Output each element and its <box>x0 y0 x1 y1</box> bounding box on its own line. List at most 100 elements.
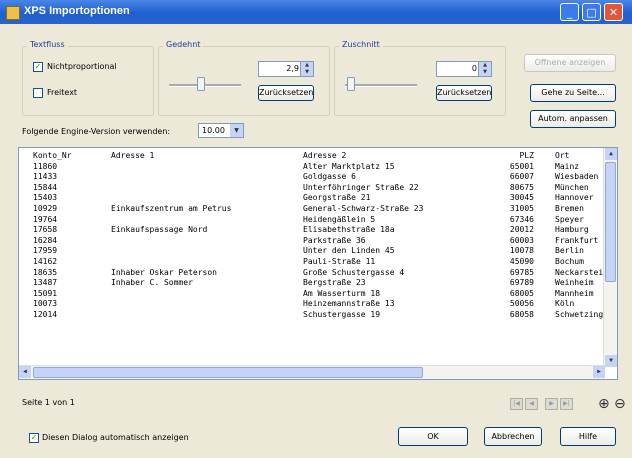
vertical-scrollbar[interactable]: ▲ ▼ <box>603 148 617 367</box>
spin-up-icon[interactable]: ▲ <box>300 62 313 69</box>
page-status: Seite 1 von 1 <box>22 398 75 407</box>
scroll-down-icon[interactable]: ▼ <box>605 355 617 367</box>
chevron-down-icon[interactable]: ▼ <box>230 124 243 137</box>
engine-version-select[interactable]: 10.00 ▼ <box>198 123 244 138</box>
table-row[interactable]: 14162 Pauli-Straße 11 45090 Bochum <box>19 257 617 267</box>
show-abnormal-button[interactable]: Offnene anzeigen <box>524 54 616 72</box>
table-cell: 31005 <box>509 204 534 213</box>
table-row[interactable]: 11860 Alter Marktplatz 15 65001 Mainz <box>19 161 617 172</box>
data-preview-table[interactable]: Konto_Nr Adresse 1 Adresse 2 PLZ Ort 11860 Alt… <box>18 147 618 380</box>
table-row[interactable]: 10073 Heinzemannstraße 13 50056 Köln <box>19 299 617 309</box>
table-cell: 11433 <box>33 172 58 182</box>
freitext-checkbox[interactable] <box>33 88 43 98</box>
auto-show-checkbox[interactable]: ✓ <box>29 433 39 443</box>
maximize-button[interactable]: □ <box>582 3 601 21</box>
scroll-right-icon[interactable]: ▶ <box>593 366 605 378</box>
table-cell: Einkaufszentrum am Petrus <box>111 204 232 213</box>
horizontal-scrollbar[interactable]: ◀ ▶ <box>19 365 605 379</box>
textfluss-group-label: Textfluss <box>27 40 68 49</box>
gedehnt-slider-thumb[interactable] <box>197 77 205 91</box>
table-cell: 10073 <box>33 299 58 309</box>
cancel-button[interactable]: Abbrechen <box>484 427 542 446</box>
table-cell: 15091 <box>33 288 58 298</box>
title-bar[interactable]: XPS Importoptionen _ □ ✕ <box>0 0 632 24</box>
gedehnt-reset-button[interactable]: Zurücksetzen <box>258 85 314 101</box>
table-cell: Bergstraße 23 <box>303 278 366 288</box>
first-page-icon[interactable]: |◀ <box>510 398 523 410</box>
table-row[interactable]: 12014 Schustergasse 19 68058 Schwetzingen <box>19 310 617 320</box>
table-cell: 10078 <box>509 246 534 256</box>
zuschnitt-group: Zuschnitt 0 ▲ ▼ Zurücksetzen <box>334 40 506 116</box>
zuschnitt-slider-track[interactable] <box>345 84 417 87</box>
table-cell: Schustergasse 19 <box>303 310 381 319</box>
table-cell: General-Schwarz-Straße 23 <box>303 204 424 213</box>
table-cell: 19764 <box>33 214 58 224</box>
table-cell: 30045 <box>509 193 534 203</box>
table-cell: Große Schustergasse 4 <box>303 267 405 277</box>
zoom-out-icon[interactable]: ⊖ <box>614 396 626 412</box>
table-row[interactable]: 15091 Am Wasserturm 18 68005 Mannheim <box>19 288 617 299</box>
zuschnitt-group-label: Zuschnitt <box>339 40 383 49</box>
zoom-in-icon[interactable]: ⊕ <box>598 396 610 412</box>
spin-up-icon[interactable]: ▲ <box>478 62 491 69</box>
table-row[interactable]: 19764 Heidengäßlein 5 67346 Speyer <box>19 214 617 225</box>
table-cell: 66007 <box>509 172 534 182</box>
gedehnt-spinner[interactable]: 2,9 ▲ ▼ <box>258 61 314 77</box>
zuschnitt-slider-thumb[interactable] <box>347 77 355 91</box>
table-row[interactable]: 18635 Inhaber Oskar Peterson Große Schuste… <box>19 267 617 278</box>
table-cell: 15403 <box>33 193 58 203</box>
table-cell: 17959 <box>33 246 58 256</box>
engine-version-label: Folgende Engine-Version verwenden: <box>22 127 171 136</box>
table-cell: Am Wasserturm 18 <box>303 288 381 298</box>
close-button[interactable]: ✕ <box>604 3 623 21</box>
prev-page-icon[interactable]: ◀ <box>525 398 538 410</box>
ok-button[interactable]: OK <box>398 427 468 446</box>
table-row[interactable]: 17959 Unter den Linden 45 10078 Berlin <box>19 246 617 256</box>
spin-down-icon[interactable]: ▼ <box>478 69 491 76</box>
table-cell: 65001 <box>509 161 534 171</box>
spin-down-icon[interactable]: ▼ <box>300 69 313 76</box>
xps-import-dialog: XPS Importoptionen _ □ ✕ Textfluss ✓ Nic… <box>0 0 632 458</box>
table-cell: 17658 <box>33 225 58 235</box>
zuschnitt-spinner[interactable]: 0 ▲ ▼ <box>436 61 492 77</box>
table-row[interactable]: 10929 Einkaufszentrum am Petrus General-Sc… <box>19 204 617 214</box>
nichtproportional-checkbox[interactable]: ✓ <box>33 62 43 72</box>
zuschnitt-reset-button[interactable]: Zurücksetzen <box>436 85 492 101</box>
table-row[interactable]: 17658 Einkaufspassage Nord Elisabethstraße… <box>19 225 617 235</box>
table-cell: 45090 <box>509 257 534 266</box>
gedehnt-group: Gedehnt 2,9 ▲ ▼ Zurücksetzen <box>158 40 330 116</box>
goto-page-button[interactable]: Gehe zu Seite... <box>530 84 616 102</box>
table-cell: Inhaber C. Sommer <box>111 278 193 288</box>
gedehnt-value: 2,9 <box>286 64 299 73</box>
horizontal-scroll-thumb[interactable] <box>33 367 423 378</box>
table-cell: 69789 <box>509 278 534 288</box>
table-header-cell: Adresse 1 <box>111 151 155 160</box>
minimize-button[interactable]: _ <box>560 3 579 21</box>
scroll-up-icon[interactable]: ▲ <box>605 148 617 160</box>
table-row[interactable]: 15403 Georgstraße 21 30045 Hannover <box>19 193 617 203</box>
table-cell: 12014 <box>33 310 58 319</box>
table-cell: 11860 <box>33 161 58 171</box>
table-row[interactable]: 16284 Parkstraße 36 60003 Frankfurt a.M <box>19 235 617 246</box>
table-cell: Inhaber Oskar Peterson <box>111 267 217 277</box>
vertical-scroll-thumb[interactable] <box>605 162 616 282</box>
gedehnt-slider-track[interactable] <box>169 84 241 87</box>
table-cell: Goldgasse 6 <box>303 172 356 182</box>
gedehnt-group-label: Gedehnt <box>163 40 204 49</box>
table-row[interactable]: 11433 Goldgasse 6 66007 Wiesbaden <box>19 172 617 182</box>
last-page-icon[interactable]: ▶| <box>560 398 573 410</box>
zuschnitt-value: 0 <box>471 64 477 73</box>
table-row[interactable]: 15844 Unterföhringer Straße 22 80675 Münche… <box>19 182 617 193</box>
table-cell: 15844 <box>33 182 58 192</box>
auto-adjust-button[interactable]: Autom. anpassen <box>530 110 616 128</box>
table-cell: Alter Marktplatz 15 <box>303 161 395 171</box>
table-cell: 60003 <box>509 235 534 245</box>
table-cell: Unterföhringer Straße 22 <box>303 182 419 192</box>
next-page-icon[interactable]: ▶ <box>545 398 558 410</box>
table-cell: 14162 <box>33 257 58 266</box>
scroll-left-icon[interactable]: ◀ <box>19 366 31 378</box>
table-row[interactable]: 13487 Inhaber C. Sommer Bergstraße 23 69789… <box>19 278 617 288</box>
table-header-cell: Adresse 2 <box>303 151 347 160</box>
window-title: XPS Importoptionen <box>24 5 130 17</box>
help-button[interactable]: Hilfe <box>560 427 616 446</box>
